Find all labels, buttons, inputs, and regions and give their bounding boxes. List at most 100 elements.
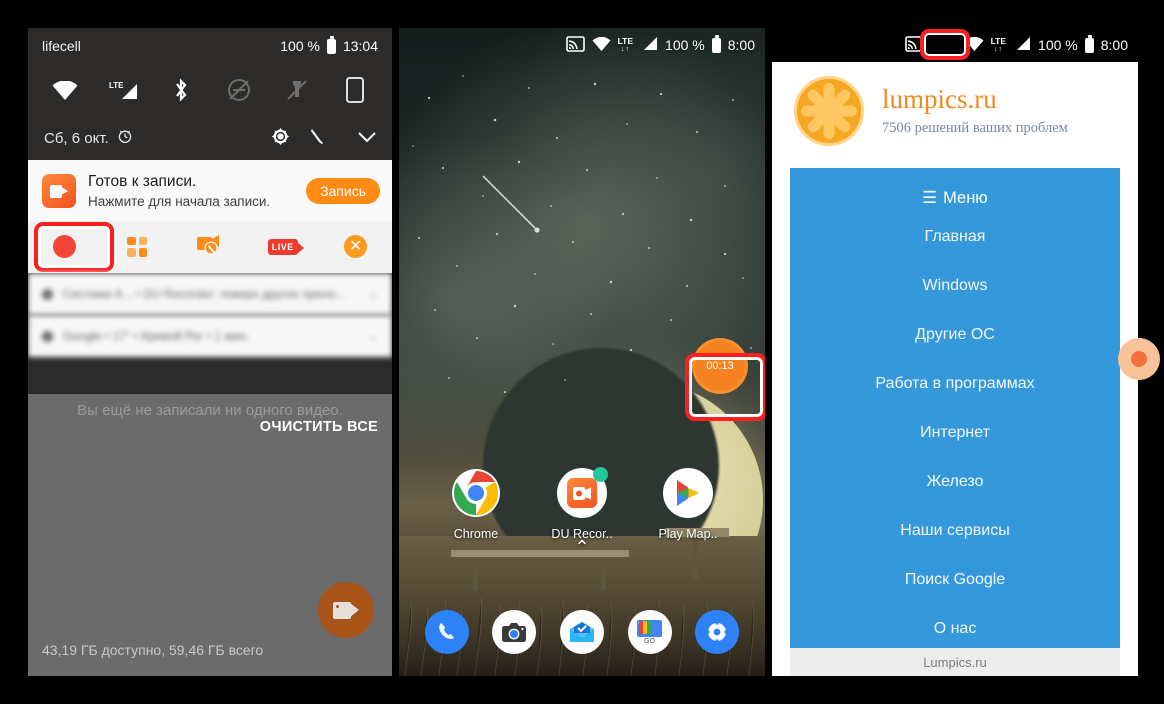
bluetooth-icon[interactable] — [166, 75, 196, 105]
chevron-down-icon[interactable] — [358, 130, 376, 147]
floating-timer-highlight — [685, 353, 765, 421]
record-button[interactable] — [28, 235, 101, 259]
battery-percent-label: 100 % — [665, 37, 705, 53]
menu-item-other-os[interactable]: Другие ОС — [790, 310, 1120, 359]
wifi-icon[interactable] — [50, 75, 80, 105]
close-circle-icon: ✕ — [344, 235, 368, 259]
gear-icon[interactable] — [271, 127, 290, 150]
app-du-recorder[interactable]: DU Recor.. — [536, 467, 628, 541]
du-recorder-icon — [42, 174, 76, 209]
menu-item-google-search[interactable]: Поиск Google — [790, 555, 1120, 604]
battery-icon — [326, 35, 336, 54]
red-record-dot-icon — [52, 235, 76, 259]
wrench-icon[interactable] — [310, 128, 324, 148]
battery-percent-label: 100 % — [280, 38, 320, 54]
chevron-down-icon: ⌄ — [367, 287, 378, 302]
battery-icon — [711, 34, 721, 53]
menu-item-internet[interactable]: Интернет — [790, 408, 1120, 457]
do-not-disturb-icon[interactable] — [224, 75, 254, 105]
svg-text:LTE: LTE — [109, 81, 124, 90]
du-recorder-icon — [557, 467, 608, 518]
settings-gear-icon[interactable] — [695, 610, 740, 654]
app-chrome[interactable]: Chrome — [430, 468, 522, 541]
storage-info-label: 43,19 ГБ доступно, 59,46 ГБ всего — [42, 642, 264, 658]
live-button[interactable]: LIVE — [246, 238, 319, 255]
menu-item-services[interactable]: Наши сервисы — [790, 506, 1120, 555]
menu-item-glavnaya[interactable]: Главная — [790, 212, 1120, 261]
app-label: Play Map.. — [658, 527, 718, 541]
status-bar: lifecell 100 % 13:04 — [28, 28, 392, 64]
live-badge-icon: LIVE — [267, 238, 304, 255]
menu-item-hardware[interactable]: Железо — [790, 457, 1120, 506]
record-fab-button[interactable] — [318, 582, 374, 638]
home-dock: GO — [399, 610, 765, 654]
cast-icon-highlight — [920, 29, 970, 60]
phone-panel-notification-shade: lifecell 100 % 13:04 LTE Сб, 6 окт. Гото… — [28, 28, 392, 676]
app-play-store[interactable]: Play Map.. — [642, 468, 734, 541]
menu-item-programs[interactable]: Работа в программах — [790, 359, 1120, 408]
notification-action-bar: LIVE ✕ — [28, 220, 392, 273]
carrier-label: lifecell — [42, 38, 81, 54]
home-apps-row: Chrome DU Recor.. Play Map.. — [399, 467, 765, 541]
lte-indicator: LTE ↓↑ — [990, 35, 1007, 54]
site-title: lumpics.ru — [882, 83, 997, 114]
status-bar: LTE ↓↑ 100 % 8:00 — [399, 28, 765, 62]
site-header: lumpics.ru 7506 решений ваших проблем — [772, 62, 1138, 162]
close-button[interactable]: ✕ — [319, 235, 392, 259]
phone-panel-website: LTE ↓↑ 100 % 8:00 lumpics.ru 7506 решени… — [772, 28, 1138, 676]
battery-percent-label: 100 % — [1038, 37, 1078, 53]
clear-all-button[interactable]: ОЧИСТИТЬ ВСЕ — [260, 419, 378, 435]
app-label: Chrome — [453, 527, 499, 541]
quick-settings-row: LTE — [28, 64, 392, 116]
cell-signal-icon — [640, 36, 658, 54]
floating-widget-dot-icon — [1131, 351, 1147, 367]
du-recorder-notification[interactable]: Готов к записи. Нажмите для начала запис… — [28, 160, 392, 273]
date-row: Сб, 6 окт. — [28, 116, 392, 160]
phone-panel-home-screen: LTE ↓↑ 100 % 8:00 00:13 Chrome DU Recor.… — [399, 28, 765, 676]
flashlight-off-icon[interactable] — [282, 75, 312, 105]
floating-widget-partial[interactable] — [1118, 338, 1160, 380]
date-label: Сб, 6 окт. — [44, 129, 109, 147]
obscured-text: Система А... • DU Recorder: поверх други… — [63, 287, 346, 302]
phone-icon[interactable] — [424, 610, 469, 654]
clock-label: 8:00 — [1100, 37, 1128, 53]
record-action-button[interactable]: Запись — [306, 178, 380, 205]
clock-label: 13:04 — [342, 38, 378, 54]
recordings-gallery: Вы ещё не записали ни одного видео. ОЧИС… — [28, 394, 392, 676]
chevron-up-icon[interactable]: ⌃ — [574, 537, 589, 558]
orange-slice-logo — [794, 76, 864, 146]
camera-icon[interactable] — [492, 610, 537, 654]
app-icon — [42, 288, 53, 300]
notification-subtitle: Нажмите для начала записи. — [88, 194, 271, 210]
app-icon — [42, 330, 53, 342]
menu-item-windows[interactable]: Windows — [790, 261, 1120, 310]
notification-badge — [593, 467, 608, 482]
obscured-text: Google • 17° • Кривой Рог • 1 мин. — [63, 329, 250, 344]
chevron-down-icon: ⌄ — [367, 329, 378, 344]
video-camera-icon — [333, 601, 359, 619]
notification-title: Готов к записи. — [88, 173, 197, 190]
lte-signal-icon[interactable]: LTE — [108, 75, 138, 105]
menu-toggle[interactable]: ☰ Меню — [790, 182, 1120, 212]
status-bar: LTE ↓↑ 100 % 8:00 — [772, 28, 1138, 62]
settings-camera-button[interactable] — [174, 234, 247, 260]
cast-screen-icon — [565, 35, 585, 55]
screenshot-root: lifecell 100 % 13:04 LTE Сб, 6 окт. Гото… — [0, 0, 1164, 704]
play-store-icon — [663, 468, 713, 518]
cell-signal-icon — [1013, 36, 1031, 54]
files-go-icon[interactable]: GO — [627, 610, 672, 654]
wifi-icon — [592, 36, 611, 54]
obscured-notification-row[interactable]: Google • 17° • Кривой Рог • 1 мин. ⌄ — [28, 314, 392, 357]
lte-indicator: LTE ↓↑ — [617, 35, 634, 54]
battery-icon — [1084, 34, 1094, 53]
tools-grid-button[interactable] — [101, 236, 174, 257]
screen-rotation-icon[interactable] — [340, 75, 370, 105]
menu-label: Меню — [943, 189, 988, 207]
chrome-icon — [451, 468, 501, 518]
camera-wrench-icon — [196, 234, 223, 260]
menu-item-about[interactable]: О нас — [790, 604, 1120, 653]
site-footer: Lumpics.ru — [790, 648, 1120, 676]
obscured-notification-row[interactable]: Система А... • DU Recorder: поверх други… — [28, 272, 392, 315]
inbox-icon[interactable] — [559, 610, 604, 654]
site-menu: ☰ Меню Главная Windows Другие ОС Работа в… — [790, 168, 1120, 676]
